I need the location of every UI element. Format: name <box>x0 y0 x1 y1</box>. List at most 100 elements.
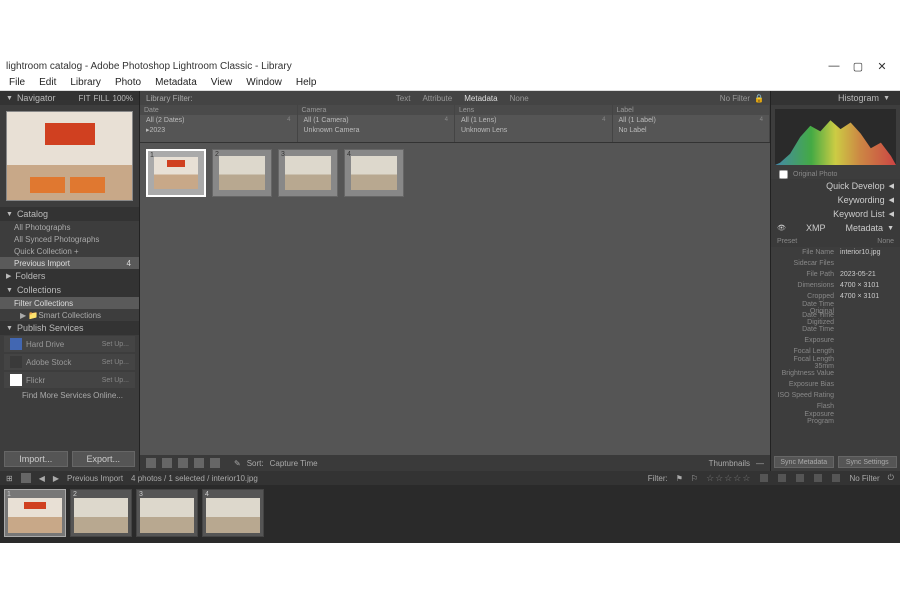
filter-col-camera[interactable]: Camera All (1 Camera)4 Unknown Camera <box>298 105 456 142</box>
sort-value[interactable]: Capture Time <box>270 459 318 468</box>
filter-collections[interactable]: Filter Collections <box>0 297 139 309</box>
thumbnail-3[interactable]: 3 <box>278 149 338 197</box>
navigator-label: Navigator <box>17 93 56 103</box>
nav-fwd-icon[interactable]: ▶ <box>53 474 59 483</box>
filter-metadata[interactable]: Metadata <box>464 94 497 103</box>
metadata-row[interactable]: File Nameinterior10.jpg <box>771 247 900 258</box>
second-window-icon[interactable]: ⊞ <box>6 474 13 483</box>
grid-mode-icon[interactable] <box>21 473 31 483</box>
loupe-view-icon[interactable] <box>162 458 172 468</box>
publish-header[interactable]: ▼Publish Services <box>0 321 139 335</box>
menu-view[interactable]: View <box>204 77 240 88</box>
publish-harddrive[interactable]: Hard DriveSet Up... <box>4 336 135 352</box>
filter-attribute[interactable]: Attribute <box>422 94 452 103</box>
minimize-button[interactable]: — <box>822 60 846 72</box>
filter-col-lens[interactable]: Lens All (1 Lens)4 Unknown Lens <box>455 105 613 142</box>
film-thumb-2[interactable]: 2 <box>70 489 132 537</box>
menubar: File Edit Library Photo Metadata View Wi… <box>0 75 900 91</box>
metadata-row[interactable]: Exposure <box>771 335 900 346</box>
menu-edit[interactable]: Edit <box>32 77 63 88</box>
thumbnail-1[interactable]: 1 <box>146 149 206 197</box>
sync-metadata-button[interactable]: Sync Metadata <box>774 456 834 468</box>
filter-text[interactable]: Text <box>396 94 411 103</box>
collections-header[interactable]: ▼Collections <box>0 283 139 297</box>
filter-col-label[interactable]: Label All (1 Label)4 No Label <box>613 105 771 142</box>
flag-picked-icon[interactable]: ⚑ <box>676 474 683 483</box>
menu-window[interactable]: Window <box>239 77 289 88</box>
filter-none[interactable]: None <box>510 94 529 103</box>
metadata-row[interactable]: ISO Speed Rating <box>771 390 900 401</box>
catalog-previous-import[interactable]: Previous Import4 <box>0 257 139 269</box>
color-green[interactable] <box>796 474 804 482</box>
smart-collections[interactable]: ▶ 📁 Smart Collections <box>0 309 139 321</box>
nav-back-icon[interactable]: ◀ <box>39 474 45 483</box>
film-thumb-3[interactable]: 3 <box>136 489 198 537</box>
filmstrip[interactable]: 1 2 3 4 <box>0 485 900 543</box>
metadata-row[interactable]: Exposure Bias <box>771 379 900 390</box>
quick-develop-header[interactable]: Quick Develop◀ <box>771 179 900 193</box>
import-button[interactable]: Import... <box>4 451 68 467</box>
histogram[interactable] <box>775 109 896 165</box>
metadata-row[interactable]: Exposure Program <box>771 412 900 423</box>
metadata-row[interactable]: Focal Length 35mm <box>771 357 900 368</box>
breadcrumb[interactable]: Previous Import <box>67 474 123 483</box>
metadata-row[interactable]: Date Time Digitized <box>771 313 900 324</box>
original-photo-toggle[interactable]: Original Photo <box>771 169 900 179</box>
film-thumb-4[interactable]: 4 <box>202 489 264 537</box>
metadata-row[interactable]: File Path2023-05-21 <box>771 269 900 280</box>
nav-100[interactable]: 100% <box>113 94 133 103</box>
survey-view-icon[interactable] <box>194 458 204 468</box>
metadata-row[interactable]: Dimensions4700 × 3101 <box>771 280 900 291</box>
metadata-row[interactable]: Sidecar Files <box>771 258 900 269</box>
publish-flickr[interactable]: FlickrSet Up... <box>4 372 135 388</box>
metadata-preset[interactable]: PresetNone <box>771 235 900 247</box>
folders-header[interactable]: ▶Folders <box>0 269 139 283</box>
maximize-button[interactable]: ▢ <box>846 60 870 73</box>
catalog-quick[interactable]: Quick Collection + <box>0 245 139 257</box>
color-blue[interactable] <box>814 474 822 482</box>
film-thumb-1[interactable]: 1 <box>4 489 66 537</box>
color-purple[interactable] <box>832 474 840 482</box>
sync-settings-button[interactable]: Sync Settings <box>838 456 898 468</box>
close-button[interactable]: ✕ <box>870 60 894 73</box>
rating-stars[interactable]: ☆☆☆☆☆ <box>706 473 751 484</box>
flag-rejected-icon[interactable]: ⚐ <box>691 474 698 483</box>
people-view-icon[interactable] <box>210 458 220 468</box>
metadata-row[interactable]: Date Time <box>771 324 900 335</box>
painter-icon[interactable]: ✎ <box>234 459 241 468</box>
grid-view-icon[interactable] <box>146 458 156 468</box>
grid-view[interactable]: 1 2 3 4 <box>140 143 770 455</box>
film-filter-label: Filter: <box>648 474 668 483</box>
find-more-services[interactable]: Find More Services Online... <box>0 389 139 401</box>
menu-metadata[interactable]: Metadata <box>148 77 204 88</box>
navigator-header[interactable]: ▼ Navigator FIT FILL 100% <box>0 91 139 105</box>
thumb-size-slider[interactable]: — <box>756 459 764 468</box>
thumbnail-4[interactable]: 4 <box>344 149 404 197</box>
filter-col-date[interactable]: Date All (2 Dates)4 ▸ 2023 <box>140 105 298 142</box>
menu-help[interactable]: Help <box>289 77 324 88</box>
navigator-preview[interactable] <box>6 111 133 201</box>
menu-file[interactable]: File <box>2 77 32 88</box>
publish-adobestock[interactable]: Adobe StockSet Up... <box>4 354 135 370</box>
menu-photo[interactable]: Photo <box>108 77 148 88</box>
lock-icon[interactable]: 🔒 <box>754 94 764 103</box>
catalog-header[interactable]: ▼Catalog <box>0 207 139 221</box>
filter-preset[interactable]: No Filter <box>720 94 750 103</box>
nav-fit[interactable]: FIT <box>79 94 91 103</box>
histogram-header[interactable]: Histogram▼ <box>771 91 900 105</box>
thumbnail-2[interactable]: 2 <box>212 149 272 197</box>
compare-view-icon[interactable] <box>178 458 188 468</box>
metadata-header[interactable]: 👁XMPMetadata▼ <box>771 221 900 235</box>
catalog-synced[interactable]: All Synced Photographs <box>0 233 139 245</box>
export-button[interactable]: Export... <box>72 451 136 467</box>
keyword-list-header[interactable]: Keyword List◀ <box>771 207 900 221</box>
color-yellow[interactable] <box>778 474 786 482</box>
filter-switch-icon[interactable]: ⏻ <box>888 473 894 483</box>
keywording-header[interactable]: Keywording◀ <box>771 193 900 207</box>
metadata-row[interactable]: Brightness Value <box>771 368 900 379</box>
catalog-all-photos[interactable]: All Photographs <box>0 221 139 233</box>
film-nofilter[interactable]: No Filter <box>849 474 879 483</box>
menu-library[interactable]: Library <box>63 77 108 88</box>
color-red[interactable] <box>760 474 768 482</box>
nav-fill[interactable]: FILL <box>94 94 110 103</box>
